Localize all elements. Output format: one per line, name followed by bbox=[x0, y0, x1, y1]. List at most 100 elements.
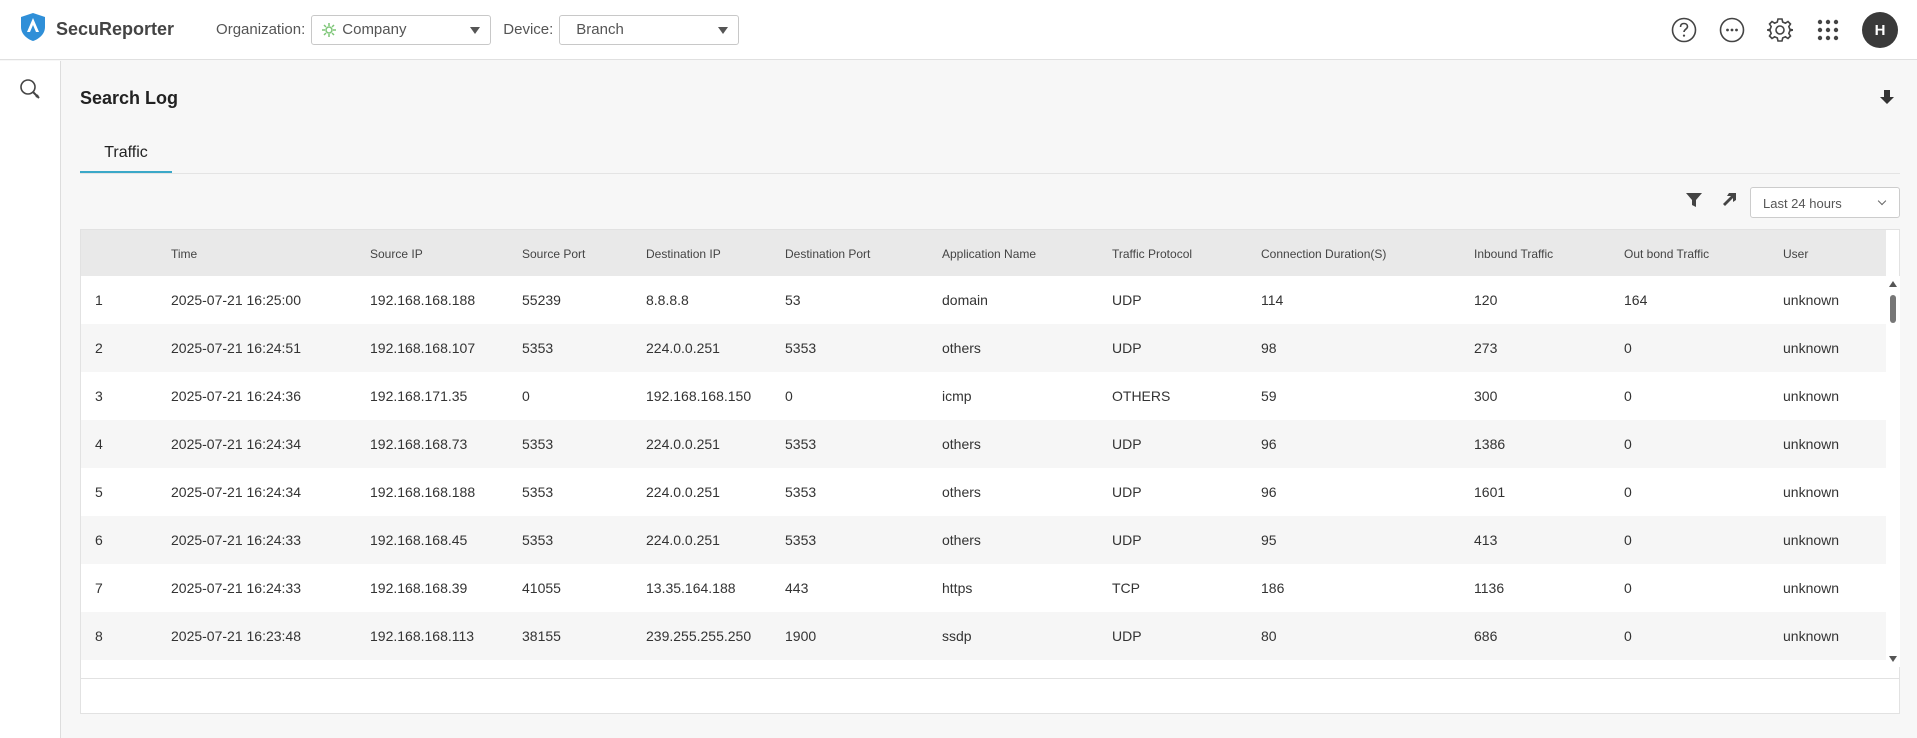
cell-application-name: others bbox=[942, 532, 981, 548]
table-header: Time Source IP Source Port Destination I… bbox=[81, 230, 1886, 276]
cell-source-port: 41055 bbox=[522, 580, 561, 596]
cell-user: unknown bbox=[1783, 628, 1840, 644]
cell-inbound-traffic: 300 bbox=[1474, 388, 1498, 404]
cell-source-ip: 192.168.168.188 bbox=[370, 292, 476, 308]
table-row[interactable]: 8 2025-07-21 16:23:48 192.168.168.113 38… bbox=[81, 612, 1886, 660]
device-dropdown[interactable]: Branch bbox=[559, 14, 740, 45]
app-name: SecuReporter bbox=[56, 19, 175, 39]
cell-connection-duration: 59 bbox=[1261, 388, 1277, 404]
brand[interactable]: SecuReporter bbox=[20, 12, 174, 47]
traffic-log-table: Time Source IP Source Port Destination I… bbox=[80, 229, 1900, 714]
more-options-icon[interactable] bbox=[1718, 16, 1746, 44]
help-icon[interactable] bbox=[1670, 16, 1698, 44]
cell-index: 1 bbox=[95, 292, 103, 308]
table-row[interactable]: 2 2025-07-21 16:24:51 192.168.168.107 53… bbox=[81, 324, 1886, 372]
column-header-destination-port[interactable]: Destination Port bbox=[785, 247, 870, 261]
cell-inbound-traffic: 413 bbox=[1474, 532, 1498, 548]
column-header-user[interactable]: User bbox=[1783, 247, 1808, 261]
cell-application-name: ssdp bbox=[942, 628, 972, 644]
table-row[interactable]: 5 2025-07-21 16:24:34 192.168.168.188 53… bbox=[81, 468, 1886, 516]
cell-outbound-traffic: 164 bbox=[1624, 292, 1648, 308]
cell-connection-duration: 96 bbox=[1261, 436, 1277, 452]
cell-outbound-traffic: 0 bbox=[1624, 628, 1632, 644]
cell-user: unknown bbox=[1783, 340, 1840, 356]
scroll-up-arrow-icon[interactable] bbox=[1889, 281, 1897, 287]
cell-source-port: 5353 bbox=[522, 484, 554, 500]
search-log-icon[interactable] bbox=[18, 77, 42, 101]
cell-connection-duration: 80 bbox=[1261, 628, 1277, 644]
cell-source-port: 0 bbox=[522, 388, 530, 404]
cell-outbound-traffic: 0 bbox=[1624, 532, 1632, 548]
chevron-down-icon bbox=[718, 26, 729, 34]
cell-destination-ip: 224.0.0.251 bbox=[646, 340, 720, 356]
table-row[interactable]: 6 2025-07-21 16:24:33 192.168.168.45 535… bbox=[81, 516, 1886, 564]
cell-destination-port: 5353 bbox=[785, 484, 817, 500]
cell-index: 4 bbox=[95, 436, 103, 452]
download-icon[interactable] bbox=[1880, 90, 1894, 111]
table-row[interactable]: 3 2025-07-21 16:24:36 192.168.171.35 0 1… bbox=[81, 372, 1886, 420]
cell-source-ip: 192.168.168.188 bbox=[370, 484, 476, 500]
column-header-connection-duration[interactable]: Connection Duration(S) bbox=[1261, 247, 1386, 261]
cell-destination-ip: 224.0.0.251 bbox=[646, 532, 720, 548]
tab-divider bbox=[80, 173, 1900, 174]
cell-destination-ip: 224.0.0.251 bbox=[646, 436, 720, 452]
cell-destination-port: 53 bbox=[785, 292, 801, 308]
cell-index: 7 bbox=[95, 580, 103, 596]
scrollbar-thumb[interactable] bbox=[1890, 295, 1896, 323]
cell-time: 2025-07-21 16:23:48 bbox=[171, 628, 301, 644]
cell-outbound-traffic: 0 bbox=[1624, 340, 1632, 356]
cell-destination-port: 5353 bbox=[785, 340, 817, 356]
cell-source-ip: 192.168.168.107 bbox=[370, 340, 476, 356]
cell-destination-ip: 239.255.255.250 bbox=[646, 628, 752, 644]
organization-dropdown[interactable]: Company bbox=[311, 14, 492, 45]
table-row[interactable]: 7 2025-07-21 16:24:33 192.168.168.39 410… bbox=[81, 564, 1886, 612]
filter-icon[interactable] bbox=[1686, 192, 1702, 213]
export-arrow-icon[interactable] bbox=[1722, 191, 1738, 212]
apps-grid-icon[interactable] bbox=[1814, 16, 1842, 44]
cell-outbound-traffic: 0 bbox=[1624, 484, 1632, 500]
time-range-dropdown[interactable]: Last 24 hours bbox=[1750, 187, 1900, 218]
cell-traffic-protocol: UDP bbox=[1112, 436, 1142, 452]
column-header-destination-ip[interactable]: Destination IP bbox=[646, 247, 721, 261]
cell-traffic-protocol: OTHERS bbox=[1112, 388, 1171, 404]
column-header-source-ip[interactable]: Source IP bbox=[370, 247, 423, 261]
cell-destination-ip: 8.8.8.8 bbox=[646, 292, 689, 308]
cell-inbound-traffic: 273 bbox=[1474, 340, 1498, 356]
cell-user: unknown bbox=[1783, 388, 1840, 404]
cell-user: unknown bbox=[1783, 532, 1840, 548]
column-header-inbound-traffic[interactable]: Inbound Traffic bbox=[1474, 247, 1553, 261]
cell-source-port: 5353 bbox=[522, 532, 554, 548]
column-header-time[interactable]: Time bbox=[171, 247, 197, 261]
column-header-source-port[interactable]: Source Port bbox=[522, 247, 585, 261]
cell-connection-duration: 95 bbox=[1261, 532, 1277, 548]
table-row[interactable]: 4 2025-07-21 16:24:34 192.168.168.73 535… bbox=[81, 420, 1886, 468]
user-avatar[interactable]: H bbox=[1862, 12, 1898, 48]
table-row[interactable]: 1 2025-07-21 16:25:00 192.168.168.188 55… bbox=[81, 276, 1886, 324]
cell-connection-duration: 96 bbox=[1261, 484, 1277, 500]
cell-index: 3 bbox=[95, 388, 103, 404]
cell-outbound-traffic: 0 bbox=[1624, 580, 1632, 596]
column-header-application-name[interactable]: Application Name bbox=[942, 247, 1036, 261]
cell-destination-port: 443 bbox=[785, 580, 809, 596]
settings-gear-icon[interactable] bbox=[1766, 16, 1794, 44]
cell-traffic-protocol: UDP bbox=[1112, 292, 1142, 308]
cell-traffic-protocol: UDP bbox=[1112, 484, 1142, 500]
page-title: Search Log bbox=[80, 88, 179, 108]
cell-traffic-protocol: TCP bbox=[1112, 580, 1140, 596]
cell-time: 2025-07-21 16:25:00 bbox=[171, 292, 301, 308]
column-header-outbound-traffic[interactable]: Out bond Traffic bbox=[1624, 247, 1709, 261]
organization-value: Company bbox=[342, 21, 407, 38]
scroll-down-arrow-icon[interactable] bbox=[1889, 656, 1897, 662]
cell-destination-ip: 224.0.0.251 bbox=[646, 484, 720, 500]
cell-application-name: others bbox=[942, 340, 981, 356]
top-actions: H bbox=[1670, 0, 1917, 60]
cell-source-ip: 192.168.168.113 bbox=[370, 628, 475, 644]
table-scrollbar[interactable] bbox=[1886, 276, 1900, 667]
cell-traffic-protocol: UDP bbox=[1112, 628, 1142, 644]
column-header-traffic-protocol[interactable]: Traffic Protocol bbox=[1112, 247, 1192, 261]
device-value: Branch bbox=[576, 21, 624, 38]
cell-time: 2025-07-21 16:24:33 bbox=[171, 580, 301, 596]
tab-traffic[interactable]: Traffic bbox=[80, 140, 172, 173]
cell-source-port: 5353 bbox=[522, 340, 554, 356]
cell-destination-ip: 192.168.168.150 bbox=[646, 388, 752, 404]
